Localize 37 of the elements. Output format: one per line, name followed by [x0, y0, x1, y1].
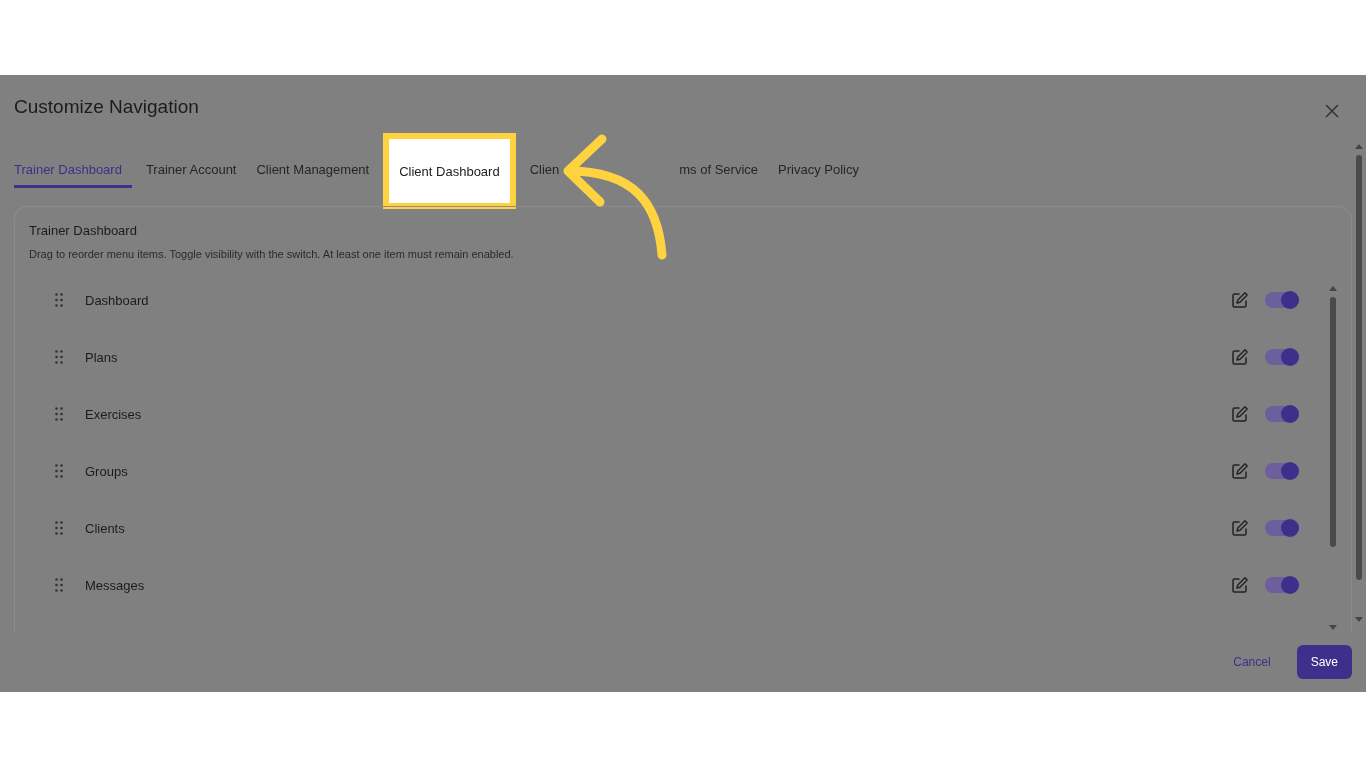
visibility-toggle[interactable]	[1265, 577, 1299, 593]
visibility-toggle[interactable]	[1265, 349, 1299, 365]
edit-icon[interactable]	[1231, 519, 1249, 537]
tab[interactable]: Client Dashboard	[383, 133, 516, 209]
card-description: Drag to reorder menu items. Toggle visibility with the switch. At least one item must remain enabled.	[29, 248, 515, 260]
edit-icon[interactable]	[1231, 291, 1249, 309]
menu-item-label: Clients	[85, 520, 126, 536]
menu-item-label: Dashboard	[85, 292, 150, 308]
close-icon[interactable]	[1325, 104, 1339, 118]
edit-icon[interactable]	[1231, 405, 1249, 423]
edit-icon[interactable]	[1231, 348, 1249, 366]
tab[interactable]: Client Management	[246, 154, 380, 188]
visibility-toggle[interactable]	[1265, 292, 1299, 308]
menu-item-label: Messages	[85, 577, 146, 593]
tab[interactable]: Trainer Account	[135, 154, 247, 188]
tab[interactable]: Trainer Dashboard	[14, 154, 132, 188]
cancel-button[interactable]: Cancel	[1227, 654, 1277, 670]
tab[interactable]: Privacy Policy	[768, 154, 869, 188]
menu-item-label: Plans	[85, 349, 119, 365]
visibility-toggle[interactable]	[1265, 463, 1299, 479]
visibility-toggle[interactable]	[1265, 520, 1299, 536]
drag-handle-icon[interactable]	[55, 293, 63, 307]
drag-handle-icon[interactable]	[55, 521, 63, 535]
tab[interactable]: ms of Service	[669, 154, 769, 188]
menu-item-label: Exercises	[85, 406, 143, 422]
tab[interactable]: Clien	[519, 154, 570, 188]
card-title: Trainer Dashboard	[29, 223, 138, 238]
drag-handle-icon[interactable]	[55, 464, 63, 478]
drag-handle-icon[interactable]	[55, 578, 63, 592]
dialog-title: Customize Navigation	[14, 96, 199, 118]
drag-handle-icon[interactable]	[55, 350, 63, 364]
edit-icon[interactable]	[1231, 462, 1249, 480]
drag-handle-icon[interactable]	[55, 407, 63, 421]
edit-icon[interactable]	[1231, 576, 1249, 594]
visibility-toggle[interactable]	[1265, 406, 1299, 422]
save-button[interactable]: Save	[1296, 645, 1352, 679]
menu-item-label: Groups	[85, 463, 129, 479]
